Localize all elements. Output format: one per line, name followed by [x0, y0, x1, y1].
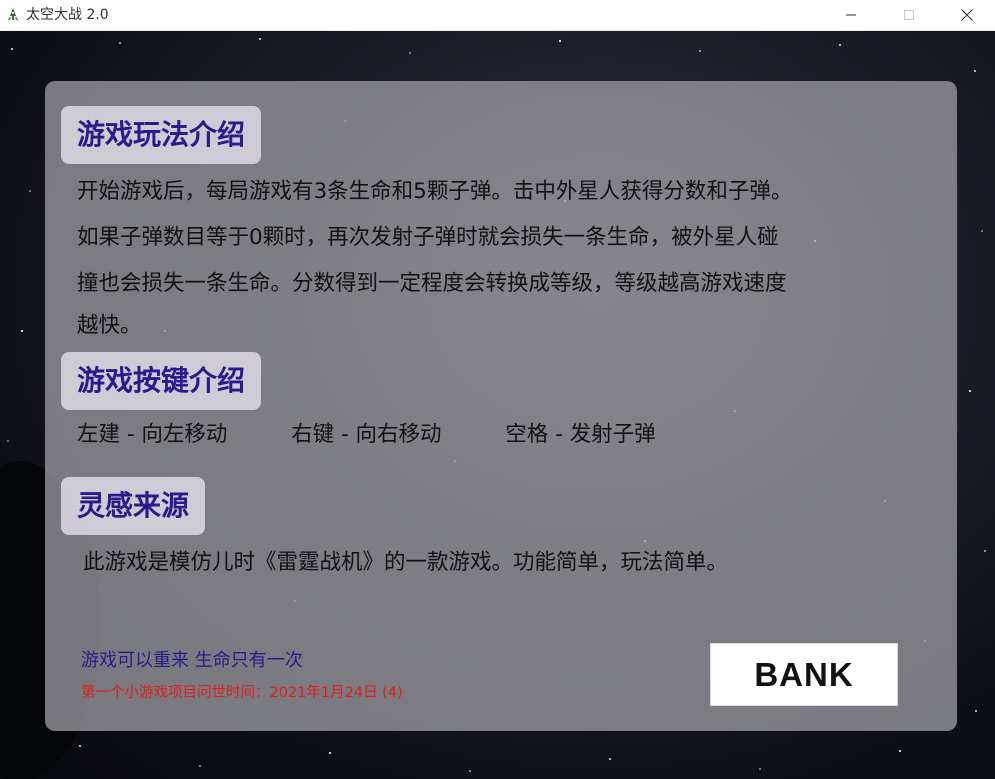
minimize-icon — [846, 14, 856, 16]
footer-note: 游戏可以重来 生命只有一次 — [81, 650, 303, 671]
close-button[interactable] — [944, 0, 990, 30]
gameplay-line-3: 撞也会损失一条生命。分数得到一定程度会转换成等级，等级越高游戏速度 — [77, 271, 787, 296]
window-title: 太空大战 2.0 — [26, 7, 109, 23]
minimize-button[interactable] — [828, 0, 874, 30]
maximize-icon — [904, 10, 914, 20]
app-window: 太空大战 2.0 游戏玩法介绍 开始游戏后，每局游戏有3条生命和5颗子弹。击中外… — [0, 0, 995, 779]
starfield-background: 游戏玩法介绍 开始游戏后，每局游戏有3条生命和5颗子弹。击中外星人获得分数和子弹… — [0, 31, 995, 779]
gameplay-line-2: 如果子弹数目等于0颗时，再次发射子弹时就会损失一条生命，被外星人碰 — [77, 225, 779, 250]
gameplay-line-4: 越快。 — [77, 313, 142, 338]
key-left-item: 左建 - 向左移动 — [77, 422, 228, 447]
inspiration-text: 此游戏是模仿儿时《雷霆战机》的一款游戏。功能简单，玩法简单。 — [83, 550, 729, 575]
key-space-item: 空格 - 发射子弹 — [505, 422, 656, 447]
keys-list: 左建 - 向左移动 右键 - 向右移动 空格 - 发射子弹 — [77, 412, 656, 458]
rocket-icon — [7, 8, 19, 21]
close-icon — [961, 9, 973, 21]
gameplay-line-1: 开始游戏后，每局游戏有3条生命和5颗子弹。击中外星人获得分数和子弹。 — [77, 179, 793, 204]
info-panel: 游戏玩法介绍 开始游戏后，每局游戏有3条生命和5颗子弹。击中外星人获得分数和子弹… — [45, 81, 957, 731]
key-right-item: 右键 - 向右移动 — [291, 422, 442, 447]
maximize-button[interactable] — [886, 0, 932, 30]
title-bar: 太空大战 2.0 — [0, 0, 995, 31]
gameplay-section-title: 游戏玩法介绍 — [61, 106, 262, 164]
inspiration-section-title: 灵感来源 — [61, 477, 206, 535]
bank-button[interactable]: BANK — [710, 643, 898, 706]
keys-section-title: 游戏按键介绍 — [61, 352, 262, 410]
release-date-note: 第一个小游戏项目问世时间：2021年1月24日 (4) — [81, 685, 403, 701]
